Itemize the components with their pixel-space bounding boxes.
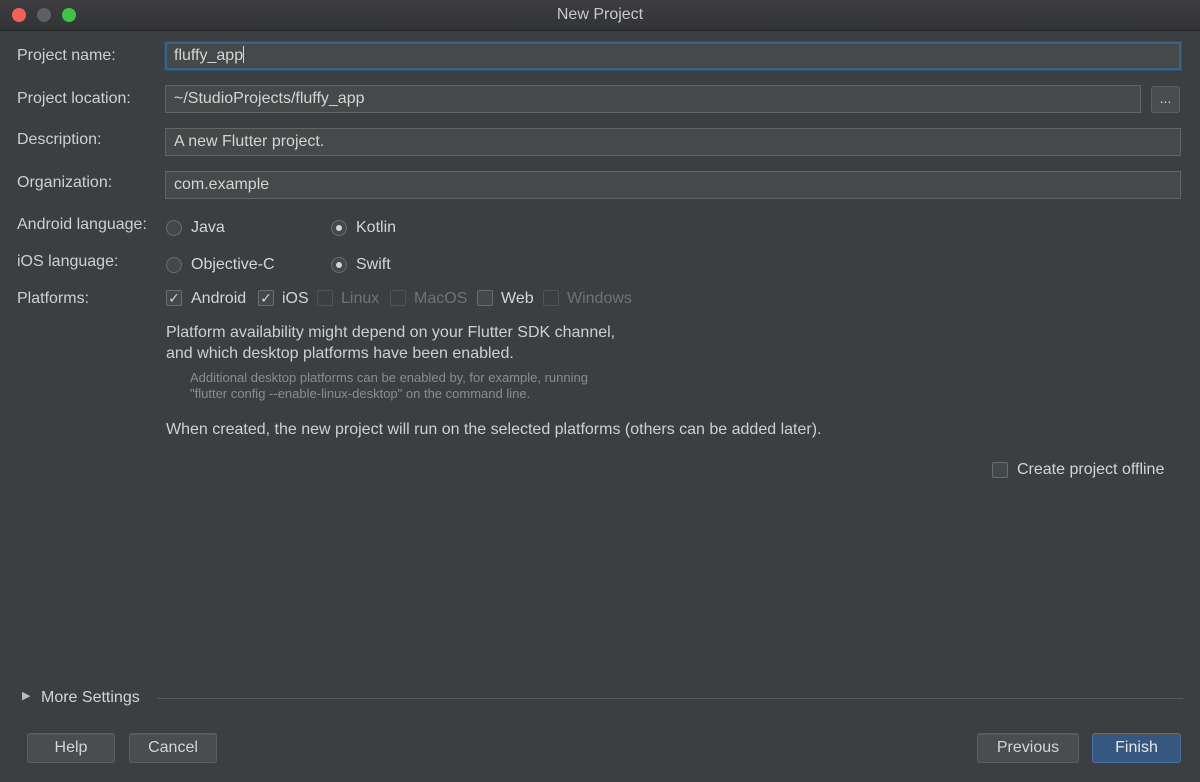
swift-option-label[interactable]: Swift xyxy=(356,256,391,274)
android-checkbox[interactable]: ✓ xyxy=(166,290,182,306)
project-name-value: fluffy_app xyxy=(174,47,244,64)
cancel-button[interactable]: Cancel xyxy=(129,733,217,763)
objective-c-option-label[interactable]: Objective-C xyxy=(191,256,275,274)
window-title: New Project xyxy=(556,6,644,23)
description-input[interactable]: A new Flutter project. xyxy=(165,128,1181,156)
java-option-label[interactable]: Java xyxy=(191,219,225,237)
desktop-platform-hint-line2: "flutter config --enable-linux-desktop" … xyxy=(190,386,531,401)
previous-button[interactable]: Previous xyxy=(977,733,1079,763)
description-label: Description: xyxy=(17,131,102,148)
platform-availability-note-line2: and which desktop platforms have been en… xyxy=(166,345,514,362)
title-bar: New Project xyxy=(0,0,1200,31)
objective-c-radio[interactable] xyxy=(166,257,182,273)
desktop-platform-hint-line1: Additional desktop platforms can be enab… xyxy=(190,370,588,385)
create-offline-label[interactable]: Create project offline xyxy=(1017,461,1164,479)
platform-availability-note-line1: Platform availability might depend on yo… xyxy=(166,324,616,341)
ios-platform-label[interactable]: iOS xyxy=(282,290,309,308)
ios-checkbox[interactable]: ✓ xyxy=(258,290,274,306)
windows-platform-label: Windows xyxy=(567,290,632,307)
finish-button[interactable]: Finish xyxy=(1092,733,1181,763)
platforms-label: Platforms: xyxy=(17,290,90,307)
more-settings-divider xyxy=(157,698,1183,699)
project-name-label: Project name: xyxy=(17,47,116,64)
project-location-label: Project location: xyxy=(17,90,131,107)
browse-location-button[interactable]: ... xyxy=(1151,86,1180,113)
android-language-label: Android language: xyxy=(17,216,147,233)
created-platforms-note: When created, the new project will run o… xyxy=(166,421,822,438)
java-radio[interactable] xyxy=(166,220,182,236)
text-caret xyxy=(243,46,245,63)
android-platform-label[interactable]: Android xyxy=(191,290,246,308)
help-button[interactable]: Help xyxy=(27,733,115,763)
macos-platform-label: MacOS xyxy=(414,290,468,307)
kotlin-option-label[interactable]: Kotlin xyxy=(356,219,396,237)
ios-language-label: iOS language: xyxy=(17,253,119,270)
kotlin-radio[interactable] xyxy=(331,220,347,236)
project-location-input[interactable]: ~/StudioProjects/fluffy_app xyxy=(165,85,1141,113)
create-offline-checkbox[interactable] xyxy=(992,462,1008,478)
organization-label: Organization: xyxy=(17,174,113,191)
windows-checkbox xyxy=(543,290,559,306)
project-name-input[interactable]: fluffy_app xyxy=(165,42,1181,70)
new-project-dialog: New Project Project name: fluffy_app Pro… xyxy=(0,0,1200,782)
expand-triangle-icon[interactable]: ▶ xyxy=(22,689,30,702)
organization-input[interactable]: com.example xyxy=(165,171,1181,199)
swift-radio[interactable] xyxy=(331,257,347,273)
linux-checkbox xyxy=(317,290,333,306)
macos-checkbox xyxy=(390,290,406,306)
linux-platform-label: Linux xyxy=(341,290,380,307)
more-settings-toggle[interactable]: More Settings xyxy=(41,689,140,707)
web-checkbox[interactable] xyxy=(477,290,493,306)
web-platform-label[interactable]: Web xyxy=(501,290,534,308)
